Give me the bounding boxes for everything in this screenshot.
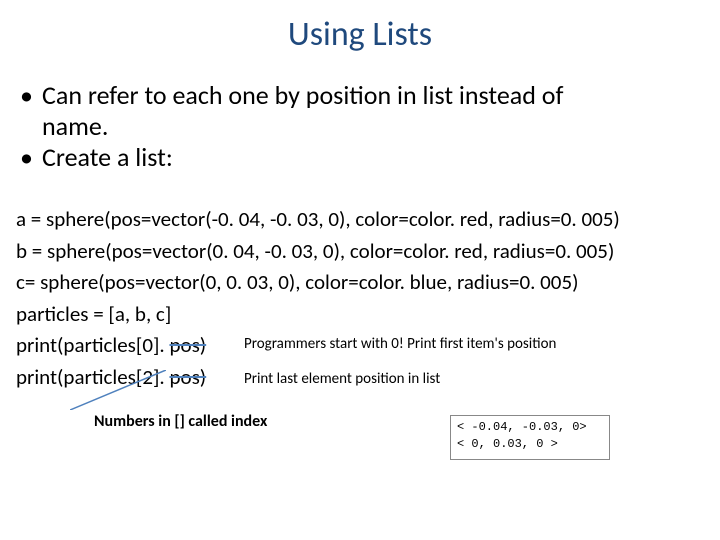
code-text: print(particles[2]. [16,364,169,390]
bullet-marker: • [20,80,42,111]
bullet-spacer [20,111,42,142]
slide: Using Lists • Can refer to each one by p… [0,0,720,540]
annotation: Numbers in [] called index [94,412,267,431]
slide-title: Using Lists [0,14,720,55]
code-line: c= sphere(pos=vector(0, 0. 03, 0), color… [16,267,620,299]
output-box: < -0.04, -0.03, 0> < 0, 0.03, 0 > [450,415,610,460]
code-text-strike: pos) [169,364,206,390]
bullet-text: Can refer to each one by position in lis… [42,80,563,111]
bullet-list: • Can refer to each one by position in l… [20,80,680,174]
bullet-item: • Create a list: [20,142,680,173]
bullet-marker: • [20,142,42,173]
bullet-item-cont: name. [20,111,680,142]
code-line: particles = [a, b, c] [16,299,620,331]
code-text-strike: pos) [169,332,206,358]
bullet-item: • Can refer to each one by position in l… [20,80,680,111]
code-block: a = sphere(pos=vector(-0. 04, -0. 03, 0)… [16,204,620,393]
output-line: < -0.04, -0.03, 0> [457,419,603,436]
code-line: b = sphere(pos=vector(0. 04, -0. 03, 0),… [16,236,620,268]
annotation: Print last element position in list [244,370,544,388]
bullet-text: name. [42,111,108,142]
bullet-text: Create a list: [42,142,173,173]
code-line: a = sphere(pos=vector(-0. 04, -0. 03, 0)… [16,204,620,236]
annotation: Programmers start with 0! Print first it… [244,335,644,353]
output-line: < 0, 0.03, 0 > [457,436,603,453]
code-text: print(particles[0]. [16,332,169,358]
